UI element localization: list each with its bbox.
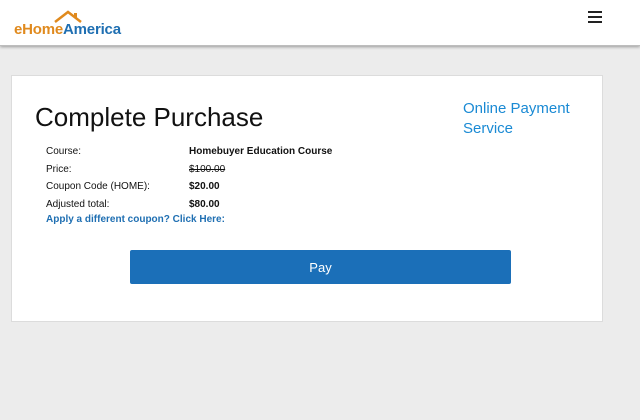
logo-text: eHomeAmerica bbox=[14, 21, 121, 38]
course-label: Course: bbox=[46, 146, 82, 157]
coupon-label: Coupon Code (HOME): bbox=[46, 181, 150, 192]
detail-row-coupon: Coupon Code (HOME): $20.00 bbox=[46, 178, 332, 196]
purchase-card: Complete Purchase Online Payment Service… bbox=[11, 75, 603, 322]
ehomeamerica-logo[interactable]: eHomeAmerica bbox=[14, 8, 126, 38]
apply-different-coupon-link[interactable]: Apply a different coupon? Click Here: bbox=[46, 214, 225, 225]
price-label: Price: bbox=[46, 163, 72, 175]
logo-text-home: eHome bbox=[14, 21, 64, 38]
adjusted-total-value: $80.00 bbox=[189, 198, 220, 210]
price-value: $100.00 bbox=[189, 163, 226, 175]
purchase-details: Course: Homebuyer Education Course Price… bbox=[46, 143, 332, 213]
pay-button[interactable]: Pay bbox=[130, 250, 511, 284]
top-header: eHomeAmerica bbox=[0, 0, 640, 46]
adjusted-total-label: Adjusted total: bbox=[46, 198, 110, 210]
course-value: Homebuyer Education Course bbox=[189, 146, 333, 157]
logo-text-america: America bbox=[63, 21, 121, 38]
detail-row-price: Price: $100.00 bbox=[46, 161, 332, 179]
coupon-value: $20.00 bbox=[189, 181, 220, 192]
page-title: Complete Purchase bbox=[35, 102, 264, 132]
detail-row-total: Adjusted total: $80.00 bbox=[46, 196, 332, 214]
detail-row-course: Course: Homebuyer Education Course bbox=[46, 143, 332, 161]
online-payment-service-link[interactable]: Online Payment Service bbox=[463, 99, 593, 139]
hamburger-menu-icon[interactable] bbox=[588, 9, 608, 25]
